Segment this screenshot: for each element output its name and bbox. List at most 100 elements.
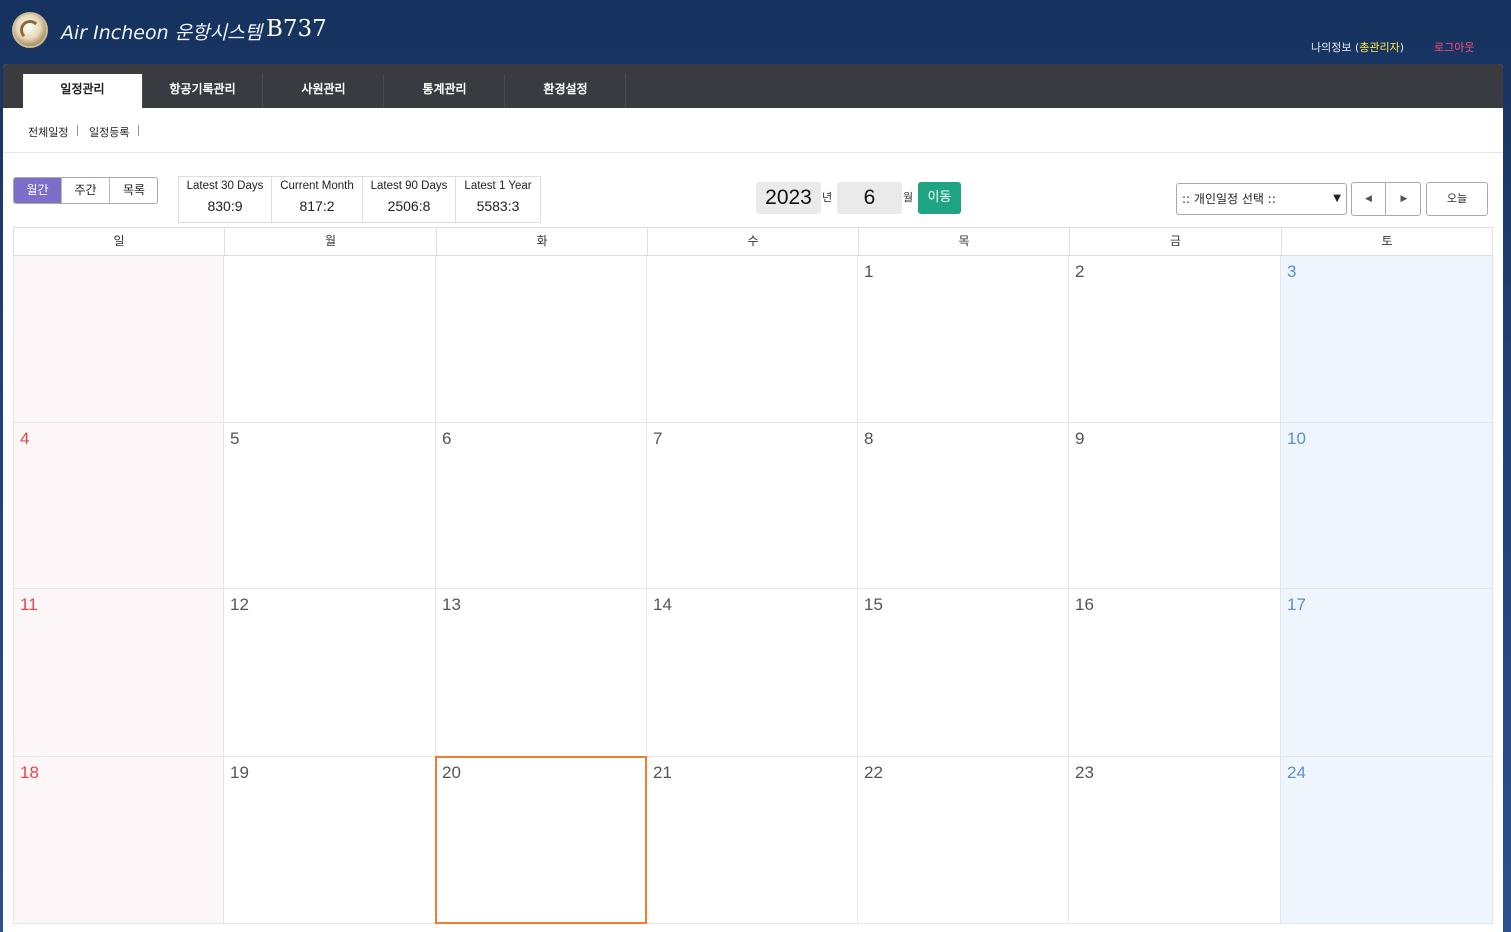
calendar-day-cell[interactable]: 11 <box>13 589 224 757</box>
calendar-day-cell[interactable]: 22 <box>858 757 1069 924</box>
calendar-day-number: 17 <box>1287 595 1306 614</box>
calendar-week-row: 4 5 6 7 8 9 10 <box>13 423 1493 589</box>
sub-nav: 전체일정 일정등록 <box>3 108 1503 153</box>
weekday-fri: 금 <box>1070 228 1282 255</box>
calendar-day-cell[interactable]: 23 <box>1069 757 1281 924</box>
view-list-button[interactable]: 목록 <box>110 178 157 203</box>
calendar-day-cell[interactable]: 10 <box>1281 423 1493 589</box>
select-value: :: 개인일정 선택 :: <box>1182 192 1276 206</box>
calendar-day-number: 15 <box>864 595 883 614</box>
weekday-mon: 월 <box>225 228 437 255</box>
today-button[interactable]: 오늘 <box>1426 182 1488 216</box>
calendar-day-cell[interactable] <box>224 256 436 423</box>
view-monthly-button[interactable]: 월간 <box>14 178 62 203</box>
tab-flight-records[interactable]: 항공기록관리 <box>143 74 263 108</box>
calendar-day-number: 3 <box>1287 262 1297 281</box>
calendar-day-cell[interactable]: 4 <box>13 423 224 589</box>
calendar-day-cell[interactable]: 24 <box>1281 757 1493 924</box>
calendar-day-cell[interactable]: 2 <box>1069 256 1281 423</box>
user-name: 총관리자 <box>1359 41 1400 54</box>
chevron-down-icon: ▼ <box>1333 193 1341 204</box>
calendar-day-cell[interactable]: 1 <box>858 256 1069 423</box>
tab-settings[interactable]: 환경설정 <box>506 74 626 108</box>
year-input[interactable]: 2023 <box>756 182 821 214</box>
main-nav: 일정관리 항공기록관리 사원관리 통계관리 환경설정 <box>3 64 1503 108</box>
subnav-divider <box>77 125 78 136</box>
stat-value: 830:9 <box>207 198 243 214</box>
calendar-day-number: 14 <box>653 595 672 614</box>
calendar-day-cell[interactable] <box>647 256 858 423</box>
personal-schedule-select[interactable]: :: 개인일정 선택 :: ▼ <box>1176 183 1347 215</box>
calendar-day-number: 7 <box>653 429 663 448</box>
subnav-add-schedule[interactable]: 일정등록 <box>89 124 129 140</box>
subnav-all-schedules[interactable]: 전체일정 <box>28 124 68 140</box>
calendar-day-number: 6 <box>442 429 452 448</box>
stat-label: Latest 30 Days <box>186 180 264 192</box>
calendar-day-number: 5 <box>230 429 240 448</box>
my-info-link[interactable]: 나의정보 (총관리자) <box>1311 39 1404 55</box>
stat-latest-30-days: Latest 30 Days 830:9 <box>179 177 272 222</box>
view-weekly-button[interactable]: 주간 <box>62 178 110 203</box>
calendar-day-cell[interactable]: 6 <box>436 423 647 589</box>
logout-link[interactable]: 로그아웃 <box>1434 39 1474 55</box>
calendar-day-cell[interactable]: 13 <box>436 589 647 757</box>
calendar-day-number: 13 <box>442 595 461 614</box>
calendar-day-cell[interactable]: 19 <box>224 757 436 924</box>
calendar-day-number: 22 <box>864 763 883 782</box>
month-label: 월 <box>903 191 914 204</box>
tab-schedule[interactable]: 일정관리 <box>23 74 143 108</box>
calendar-day-cell[interactable] <box>436 256 647 423</box>
caret-right-icon: ▶ <box>1400 194 1408 204</box>
weekday-sat: 토 <box>1381 234 1393 248</box>
month-input[interactable]: 6 <box>837 182 902 214</box>
stat-label: Current Month <box>280 180 354 192</box>
calendar-day-number: 2 <box>1075 262 1085 281</box>
weekday-sun: 일 <box>14 228 225 255</box>
calendar-day-number: 19 <box>230 763 249 782</box>
calendar-day-cell[interactable]: 8 <box>858 423 1069 589</box>
calendar-day-cell[interactable]: 5 <box>224 423 436 589</box>
app-header: Air Incheon 운항시스템 B737 나의정보 (총관리자) 로그아웃 <box>0 0 1511 64</box>
tab-statistics[interactable]: 통계관리 <box>385 74 505 108</box>
weekday-thu: 목 <box>859 228 1070 255</box>
calendar-day-cell[interactable]: 15 <box>858 589 1069 757</box>
prev-month-button[interactable]: ◀ <box>1352 183 1386 215</box>
calendar-day-cell[interactable]: 18 <box>13 757 224 924</box>
my-info-close-paren: ) <box>1399 41 1405 54</box>
stat-value: 817:2 <box>299 198 335 214</box>
my-info-label: 나의정보 ( <box>1311 41 1360 54</box>
month-calendar: 일 월 화 수 목 금 토 1 2 3 4 5 6 7 8 9 10 11 12 13 14 15 16 17 1… <box>13 227 1493 932</box>
calendar-day-cell[interactable]: 16 <box>1069 589 1281 757</box>
stat-value: 5583:3 <box>476 198 520 214</box>
calendar-week-row: 11 12 13 14 15 16 17 <box>13 589 1493 757</box>
calendar-day-cell[interactable]: 20 <box>435 756 647 924</box>
next-month-button[interactable]: ▶ <box>1387 183 1421 215</box>
calendar-day-number: 8 <box>864 429 874 448</box>
calendar-day-number: 18 <box>20 763 39 782</box>
calendar-day-cell[interactable]: 12 <box>224 589 436 757</box>
app-title: Air Incheon 운항시스템 <box>61 22 263 44</box>
calendar-day-number: 4 <box>20 429 30 448</box>
calendar-day-cell[interactable]: 17 <box>1281 589 1493 757</box>
calendar-day-cell[interactable]: 21 <box>647 757 858 924</box>
tab-employees[interactable]: 사원관리 <box>264 74 384 108</box>
calendar-day-cell[interactable]: 7 <box>647 423 858 589</box>
weekday-wed: 수 <box>648 228 859 255</box>
calendar-day-number: 24 <box>1287 763 1306 782</box>
today-highlight <box>435 756 647 924</box>
calendar-day-cell[interactable]: 3 <box>1281 256 1493 423</box>
month-nav: ◀ ▶ <box>1351 182 1421 216</box>
calendar-day-cell[interactable]: 14 <box>647 589 858 757</box>
calendar-day-cell[interactable]: 9 <box>1069 423 1281 589</box>
calendar-weekday-header: 일 월 화 수 목 금 토 <box>13 227 1493 256</box>
calendar-day-number: 16 <box>1075 595 1094 614</box>
calendar-week-row: 18 19 20 21 22 23 24 <box>13 756 1493 924</box>
calendar-day-number: 9 <box>1075 429 1085 448</box>
stat-current-month: Current Month 817:2 <box>272 177 363 222</box>
go-button[interactable]: 이동 <box>918 182 961 214</box>
stat-label: Latest 1 Year <box>464 180 532 192</box>
calendar-day-cell[interactable] <box>13 256 224 423</box>
aircraft-model: B737 <box>266 16 327 42</box>
calendar-day-number: 10 <box>1287 429 1306 448</box>
view-toggle: 월간 주간 목록 <box>13 177 158 204</box>
